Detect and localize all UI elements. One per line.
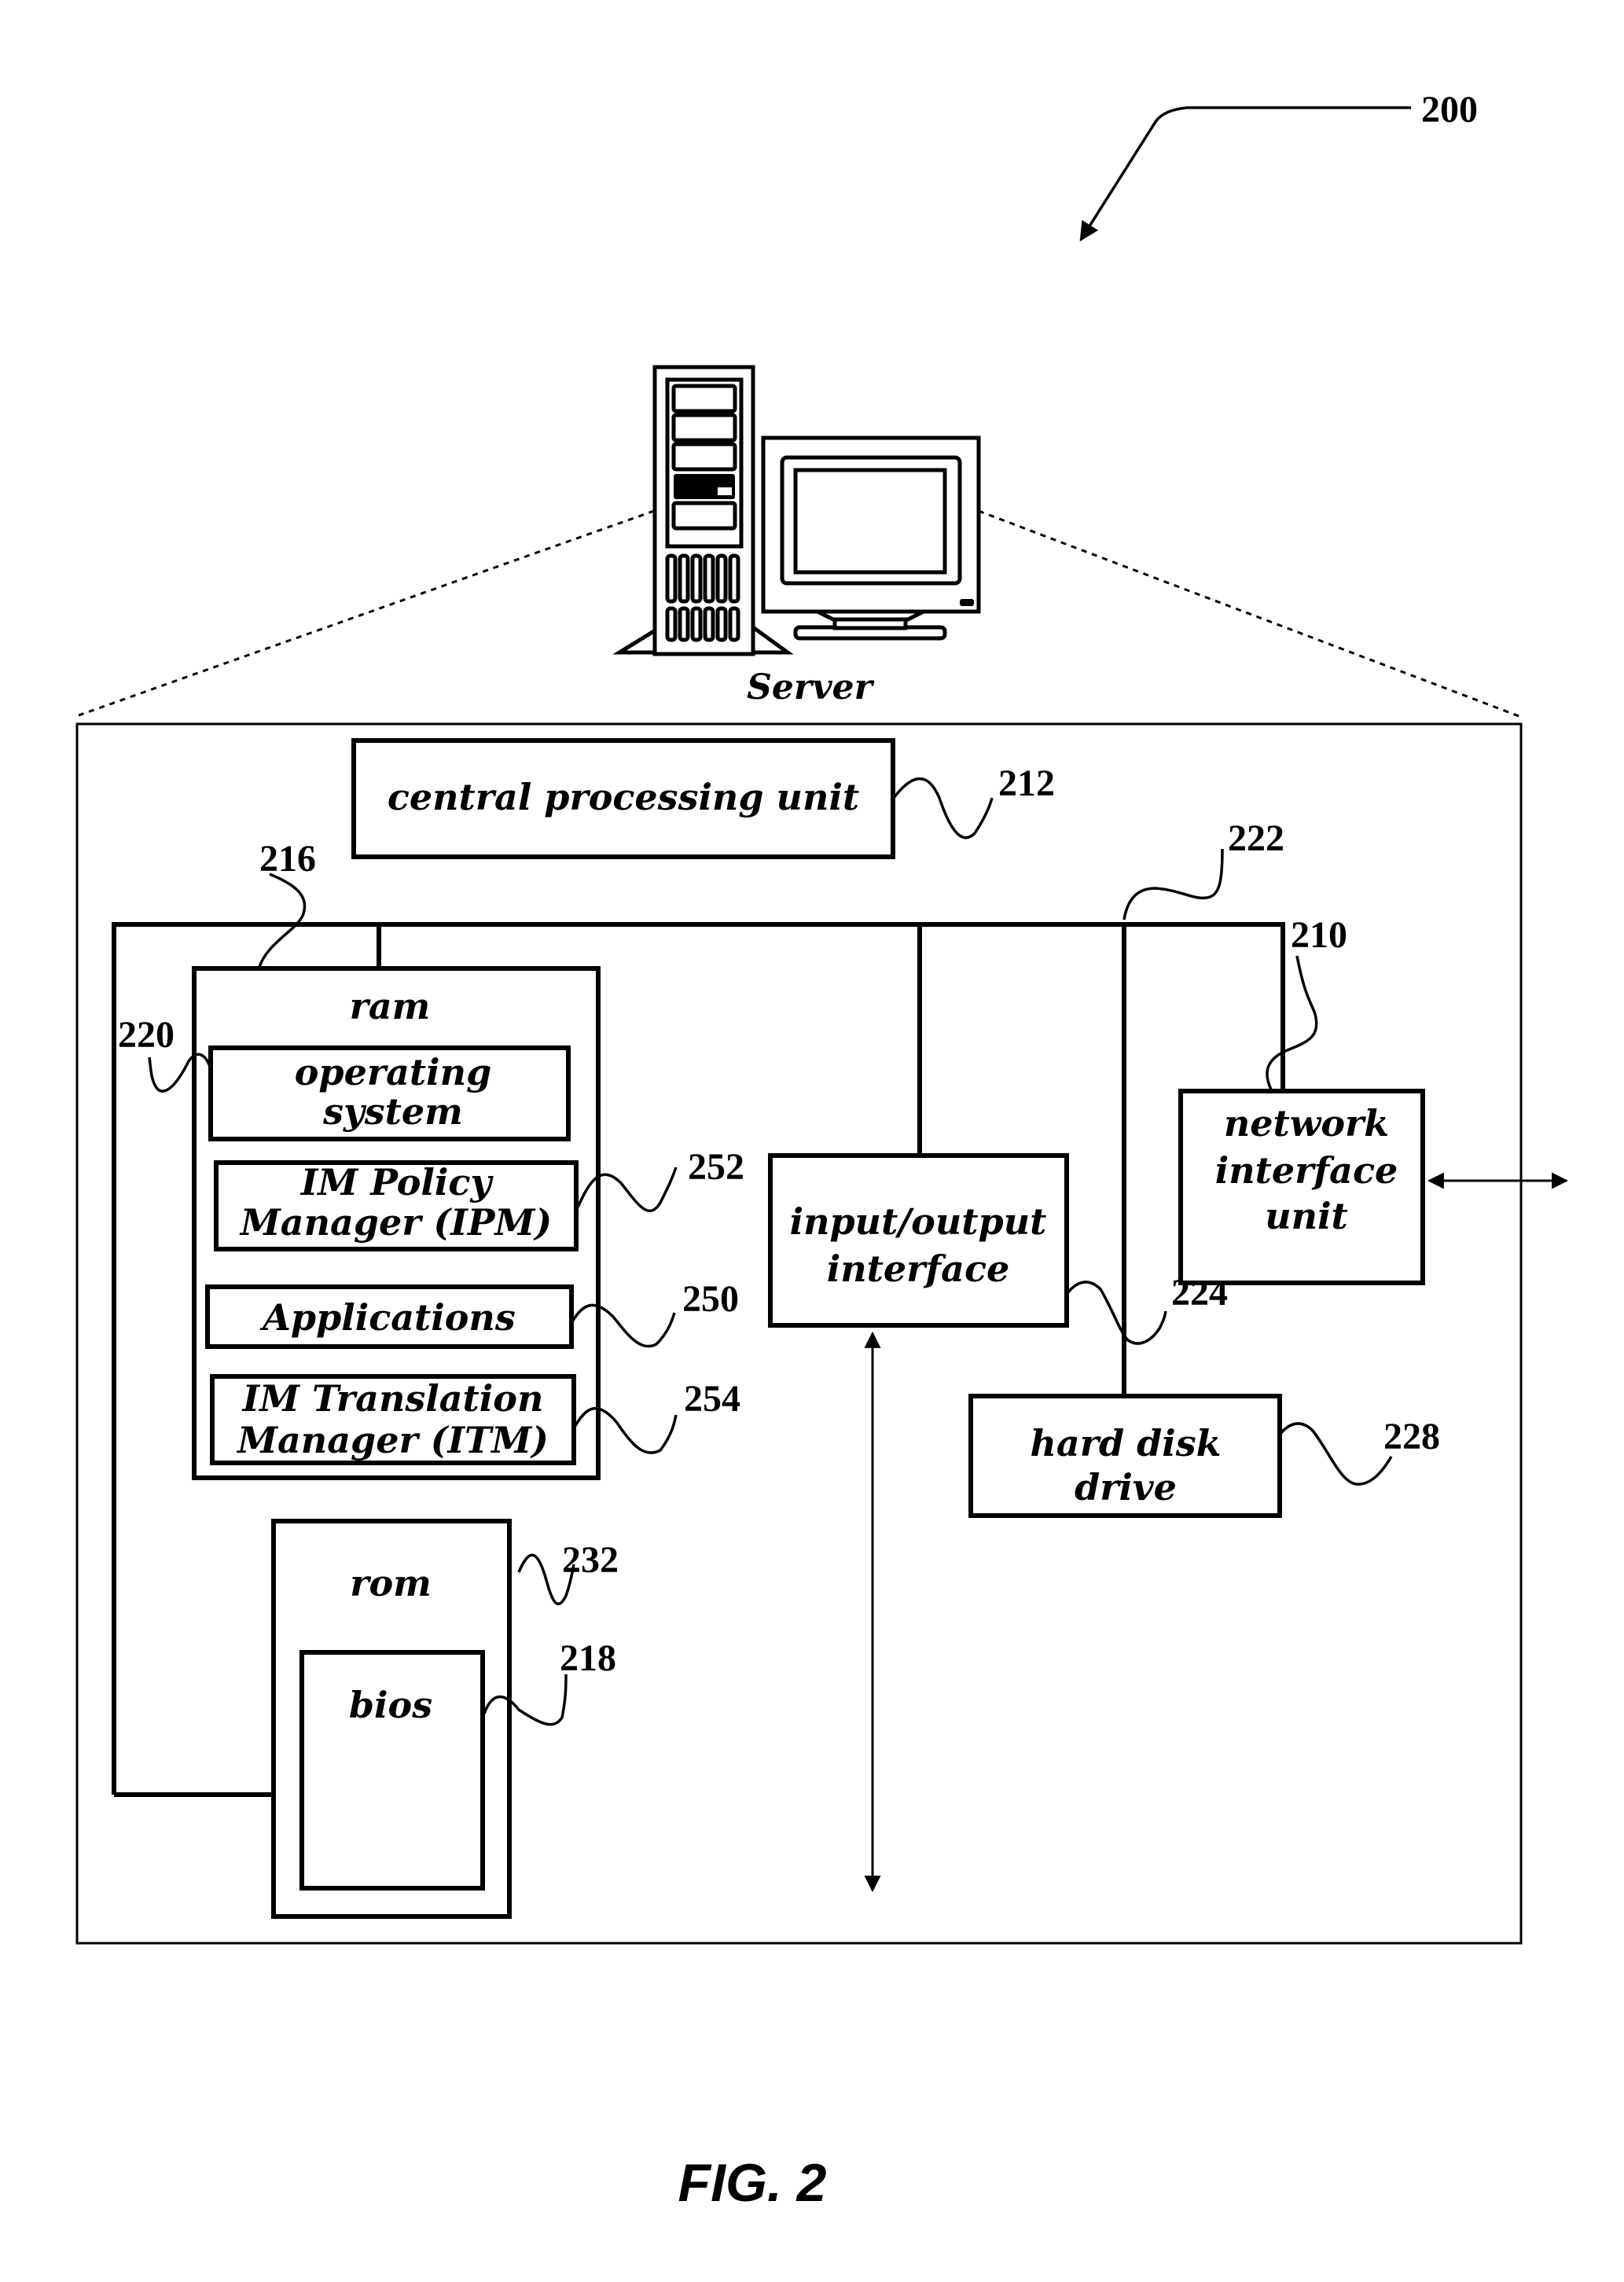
bus-ref-number: 222 [1228, 818, 1284, 859]
reference-number-200: 200 [1421, 89, 1478, 130]
hdd-label-line2: drive [1075, 1466, 1177, 1508]
figure-caption: FIG. 2 [678, 2153, 827, 2213]
rom-label: rom [350, 1562, 432, 1604]
projection-line-right [978, 509, 1522, 718]
server-computer-icon: Server [612, 365, 981, 707]
bios-ref-number: 218 [560, 1637, 616, 1679]
nic-label-line1: network [1224, 1102, 1389, 1145]
bios-label: bios [349, 1684, 432, 1726]
ram-leader-line [258, 873, 307, 968]
ipm-label-line2: Manager (IPM) [239, 1201, 552, 1244]
itm-ref-number: 254 [684, 1378, 740, 1420]
rom-ref-number: 232 [562, 1539, 619, 1581]
cpu-ref-number: 212 [998, 763, 1055, 804]
cpu-block: central processing unit 212 [351, 738, 1055, 859]
applications-label: Applications [259, 1296, 516, 1339]
ipm-ref-number: 252 [688, 1146, 744, 1188]
server-caption: Server [747, 667, 875, 707]
ram-ref-number: 216 [259, 838, 316, 880]
nic-leader-line [1266, 955, 1318, 1090]
applications-ref-number: 250 [682, 1278, 739, 1320]
io-label-line1: input/output [790, 1200, 1047, 1243]
cpu-leader-line [892, 777, 994, 840]
projection-line-left [78, 509, 655, 717]
nic-label-line3: unit [1265, 1195, 1348, 1237]
figure-reference-200: 200 [1079, 89, 1478, 242]
reference-arrow [1079, 106, 1411, 242]
os-ref-number: 220 [118, 1014, 175, 1056]
io-leader-line [1066, 1281, 1167, 1345]
itm-label-line1: IM Translation [241, 1377, 544, 1420]
nic-ref-number: 210 [1291, 914, 1347, 956]
hdd-leader-line [1278, 1422, 1393, 1486]
hdd-label-line1: hard disk [1030, 1422, 1221, 1464]
rom-block: rom 232 bios 218 [271, 1519, 619, 1919]
ipm-label-line1: IM Policy [299, 1161, 494, 1203]
hdd-ref-number: 228 [1383, 1416, 1440, 1457]
nic-block: network interface unit 210 [1178, 914, 1569, 1285]
hdd-block: hard disk drive 228 [968, 1394, 1440, 1518]
patent-diagram: 200 Server central processing unit 212 2… [75, 89, 1569, 2213]
nic-label-line2: interface [1215, 1149, 1398, 1192]
io-block: input/output interface 224 [768, 1153, 1228, 1893]
monitor-icon [761, 435, 981, 641]
bus-leader-line [1122, 848, 1224, 921]
ram-label: ram [350, 985, 431, 1027]
io-label-line2: interface [827, 1248, 1010, 1290]
os-label-line1: operating [295, 1051, 491, 1093]
os-label-line2: system [322, 1090, 463, 1133]
ram-block: ram 216 operating system 220 IM Policy M… [118, 838, 744, 1480]
cpu-label: central processing unit [388, 776, 859, 818]
itm-label-line2: Manager (ITM) [236, 1419, 549, 1461]
